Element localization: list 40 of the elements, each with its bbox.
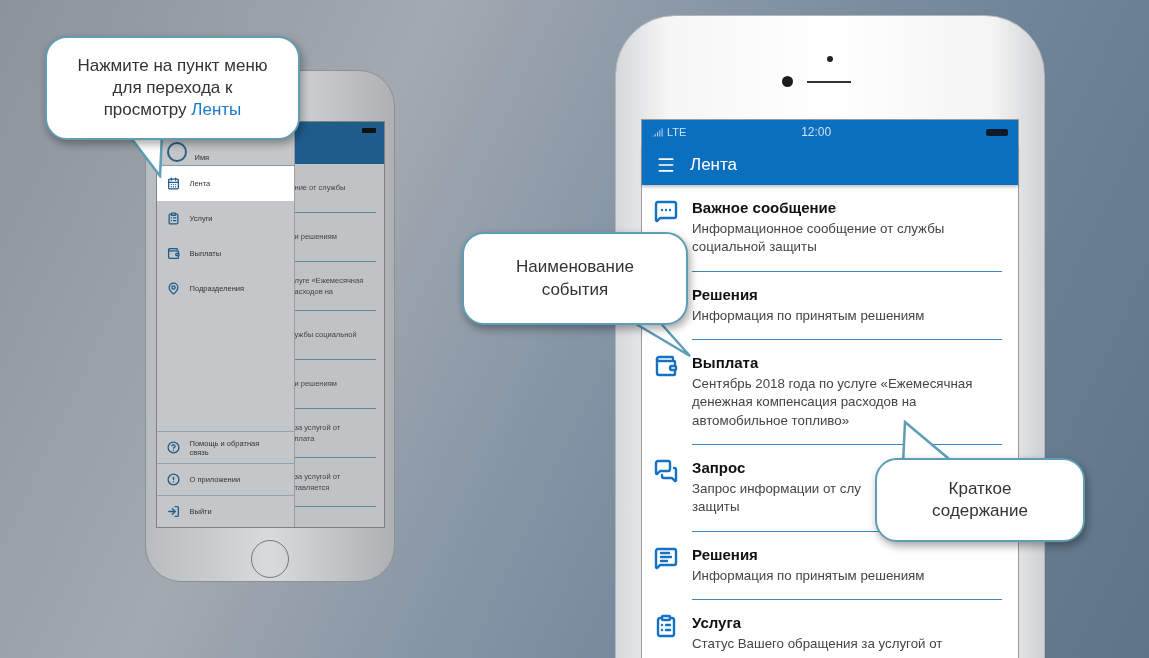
feed-title: Запрос	[692, 459, 747, 477]
callout-text: Нажмите на пункт меню для перехода к просмотру Ленты	[76, 54, 269, 122]
wallet-icon	[166, 247, 180, 260]
feed-summary: Информационное сообщение от службы социальной защиты	[692, 220, 945, 257]
chat-icon	[654, 459, 678, 484]
app-bar-title: Лента	[690, 154, 738, 175]
chat-bubble-icon	[654, 199, 678, 223]
feed-summary: Запрос информации от слу защиты	[692, 480, 861, 517]
calendar-icon	[166, 177, 180, 190]
feed-title: Решения	[692, 545, 759, 563]
clock: 12:00	[800, 125, 833, 139]
feed-item[interactable]: Решения Информация по принятым решениям	[692, 545, 1002, 601]
feed-title: Решения	[692, 285, 759, 303]
feed-summary: Статус Вашего обращения за услугой от	[692, 635, 943, 654]
battery-icon	[986, 128, 1008, 136]
help-icon	[166, 441, 180, 454]
avatar-icon	[166, 142, 187, 162]
feed-item[interactable]: Важное сообщение Информационное сообщение от службы социальной защиты	[692, 199, 1002, 272]
signal-icon	[652, 126, 663, 138]
feed-title: Услуга	[692, 614, 742, 632]
camera-icon	[781, 76, 793, 87]
wallet-icon	[654, 354, 678, 379]
list-bubble-icon	[654, 545, 678, 570]
exit-icon	[166, 505, 180, 518]
clipboard-icon	[166, 212, 180, 225]
feed-title: Важное сообщение	[692, 199, 838, 216]
feed-summary: Сентябрь 2018 года по услуге «Ежемесячная денежная компенсация расходов на автомобильное топливо»	[692, 375, 973, 430]
callout-text: Наименование события	[515, 256, 635, 301]
network-label: LTE	[667, 126, 687, 138]
clipboard-icon	[654, 614, 678, 639]
feed-item[interactable]: Решения Информация по принятым решениям	[692, 285, 1002, 341]
feed-summary: Информация по принятым решениям	[692, 306, 925, 325]
info-icon	[166, 473, 180, 486]
feed-title: Выплата	[692, 354, 760, 372]
sensor-icon	[827, 56, 833, 62]
map-pin-icon	[166, 282, 180, 295]
speaker-icon	[806, 80, 851, 83]
feed-item[interactable]: Услуга Статус Вашего обращения за услугой от	[692, 614, 1002, 658]
battery-icon	[361, 128, 376, 133]
feed-summary: Информация по принятым решениям	[692, 566, 925, 585]
